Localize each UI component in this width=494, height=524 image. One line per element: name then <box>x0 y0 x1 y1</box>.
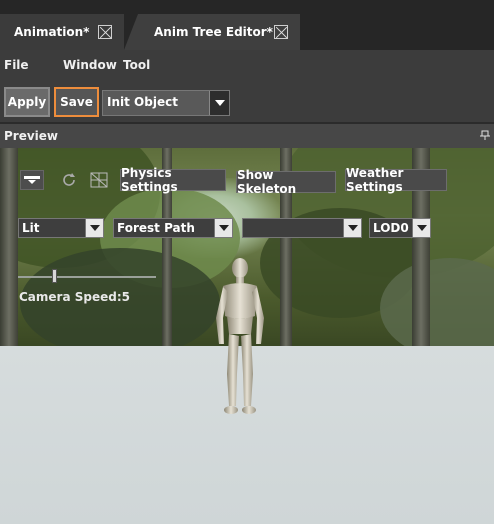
lighting-mode-select[interactable]: Lit <box>18 218 104 238</box>
object-select-value: Init Object <box>107 95 178 109</box>
lighting-mode-value: Lit <box>22 221 40 235</box>
close-icon[interactable] <box>274 25 288 39</box>
view-mode-icon[interactable] <box>20 170 44 190</box>
close-icon[interactable] <box>98 25 112 39</box>
toolbar: Apply Save Init Object <box>0 80 494 122</box>
preview-viewport[interactable]: Physics Settings Show Skeleton Weather S… <box>0 148 494 524</box>
tab-animation[interactable]: Animation* <box>0 14 124 50</box>
menu-bar: File Window Tool <box>0 50 494 80</box>
tree-trunk <box>0 148 18 348</box>
tab-anim-tree-editor[interactable]: Anim Tree Editor* <box>124 14 300 50</box>
chevron-down-icon[interactable] <box>412 219 430 237</box>
tab-anim-tree-editor-label: Anim Tree Editor* <box>154 25 273 39</box>
weather-settings-button[interactable]: Weather Settings <box>345 166 447 194</box>
environment-select[interactable]: Forest Path <box>113 218 233 238</box>
camera-speed-slider[interactable] <box>18 276 156 278</box>
chevron-down-icon[interactable] <box>85 219 103 237</box>
save-button[interactable]: Save <box>54 87 99 117</box>
menu-window[interactable]: Window <box>63 58 117 72</box>
chevron-down-icon[interactable] <box>343 219 361 237</box>
menu-tool[interactable]: Tool <box>123 58 150 72</box>
menu-file[interactable]: File <box>4 58 29 72</box>
pin-icon[interactable] <box>480 130 490 140</box>
physics-settings-button[interactable]: Physics Settings <box>120 166 226 194</box>
camera-speed-slider-handle[interactable] <box>52 269 57 283</box>
lod-select[interactable]: LOD0 <box>369 218 431 238</box>
grid-icon[interactable] <box>88 170 110 190</box>
object-select[interactable]: Init Object <box>102 90 230 116</box>
apply-button[interactable]: Apply <box>4 87 50 117</box>
environment-value: Forest Path <box>117 221 195 235</box>
chevron-down-icon[interactable] <box>214 219 232 237</box>
show-skeleton-button[interactable]: Show Skeleton <box>236 168 336 196</box>
refresh-icon[interactable] <box>58 170 80 190</box>
lod-value: LOD0 <box>373 221 409 235</box>
camera-speed-label: Camera Speed:5 <box>19 290 130 304</box>
preview-title: Preview <box>4 129 59 143</box>
tab-animation-label: Animation* <box>14 25 90 39</box>
preview-header: Preview <box>0 124 494 148</box>
tab-bar: Animation* Anim Tree Editor* <box>0 0 494 50</box>
chevron-down-icon[interactable] <box>209 91 229 115</box>
empty-select[interactable] <box>242 218 362 238</box>
character-mannequin[interactable] <box>205 256 275 421</box>
